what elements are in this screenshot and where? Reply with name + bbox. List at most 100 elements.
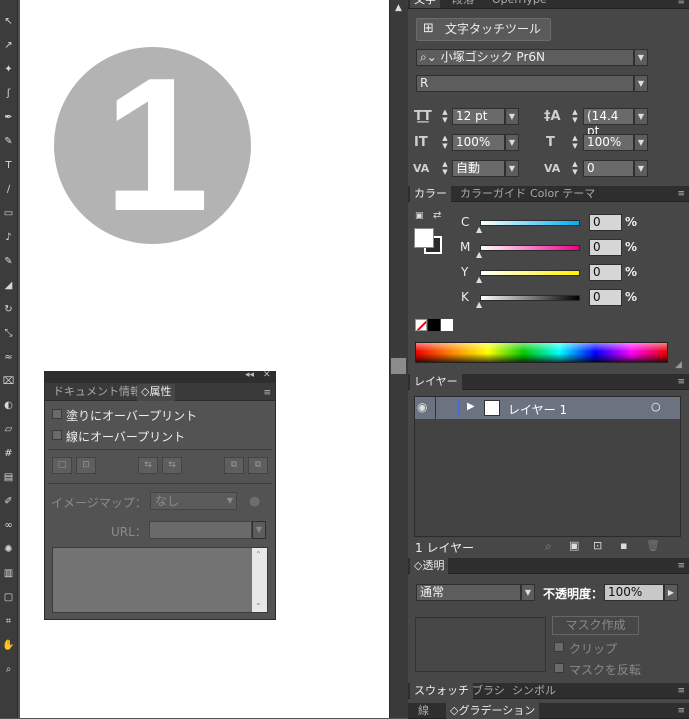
horizontal-scale-dropdown-icon[interactable]: ▼ bbox=[634, 134, 648, 151]
curvature-tool-icon[interactable]: ✎ bbox=[1, 134, 16, 149]
kerning-stepper[interactable]: ▲ ▼ bbox=[438, 160, 452, 177]
tab-paragraph[interactable]: 段落 bbox=[448, 0, 478, 8]
panel-menu-icon[interactable]: ≡ bbox=[677, 685, 685, 697]
yellow-slider[interactable] bbox=[480, 270, 580, 276]
tab-document-info[interactable]: ドキュメント情報 bbox=[49, 384, 145, 400]
tab-color-themes[interactable]: Color テーマ bbox=[526, 186, 599, 202]
magic-wand-tool-icon[interactable]: ✦ bbox=[1, 62, 16, 77]
resize-grip-icon[interactable]: ◢ bbox=[675, 360, 682, 370]
default-colors-icon[interactable]: ▣ bbox=[415, 211, 424, 221]
notes-textarea[interactable] bbox=[52, 547, 268, 613]
blend-tool-icon[interactable]: ∞ bbox=[1, 518, 16, 533]
font-size-dropdown-icon[interactable]: ▼ bbox=[505, 108, 519, 125]
eraser-tool-icon[interactable]: ◢ bbox=[1, 278, 16, 293]
delete-layer-icon[interactable]: 🗑 bbox=[646, 539, 660, 552]
zoom-tool-icon[interactable]: ⌕ bbox=[1, 662, 16, 677]
font-size-field[interactable]: 12 pt bbox=[452, 108, 505, 125]
tab-opentype[interactable]: OpenType bbox=[488, 0, 551, 8]
url-dropdown-icon[interactable]: ▼ bbox=[252, 521, 266, 539]
leading-dropdown-icon[interactable]: ▼ bbox=[634, 108, 648, 125]
tab-layers[interactable]: レイヤー bbox=[410, 374, 462, 390]
opacity-dropdown-icon[interactable]: ▶ bbox=[664, 584, 678, 601]
image-map-select[interactable]: なし ▼ bbox=[150, 492, 237, 510]
white-swatch[interactable] bbox=[441, 319, 453, 331]
graph-tool-icon[interactable]: ▥ bbox=[1, 566, 16, 581]
black-swatch[interactable] bbox=[428, 319, 440, 331]
tracking-field[interactable]: 0 bbox=[583, 160, 634, 177]
invert-mask-checkbox[interactable] bbox=[554, 663, 564, 673]
fill-swatch[interactable] bbox=[414, 228, 434, 248]
kerning-dropdown-icon[interactable]: ▼ bbox=[505, 160, 519, 177]
mesh-tool-icon[interactable]: # bbox=[1, 446, 16, 461]
width-tool-icon[interactable]: ≈ bbox=[1, 350, 16, 365]
perspective-tool-icon[interactable]: ▱ bbox=[1, 422, 16, 437]
slice-tool-icon[interactable]: ⌗ bbox=[1, 614, 16, 629]
opacity-field[interactable]: 100% bbox=[604, 584, 664, 601]
magenta-value-field[interactable]: 0 bbox=[589, 239, 622, 256]
panel-title-bar[interactable]: ◂◂ ✕ bbox=[45, 370, 275, 383]
number-artwork[interactable]: 1 bbox=[54, 47, 251, 244]
browser-icon[interactable]: ● bbox=[249, 494, 260, 509]
black-slider-handle[interactable]: ▲ bbox=[476, 300, 482, 309]
panel-menu-icon[interactable]: ≡ bbox=[677, 560, 685, 572]
font-family-select[interactable]: ⌕⌄ 小塚ゴシック Pr6N bbox=[416, 49, 634, 66]
panel-menu-icon[interactable]: ≡ bbox=[263, 387, 271, 399]
blend-mode-select[interactable]: 通常 bbox=[416, 584, 521, 601]
rectangle-tool-icon[interactable]: ▭ bbox=[1, 206, 16, 221]
even-odd-rule-icon[interactable]: ⧉ bbox=[248, 457, 268, 474]
paintbrush-tool-icon[interactable]: ♪ bbox=[1, 230, 16, 245]
overprint-stroke-checkbox[interactable] bbox=[52, 430, 62, 440]
tab-attributes[interactable]: ◇属性 bbox=[137, 384, 176, 401]
panel-menu-icon[interactable]: ≡ bbox=[677, 376, 685, 388]
clip-checkbox[interactable] bbox=[554, 642, 564, 652]
hand-tool-icon[interactable]: ✋ bbox=[1, 638, 16, 653]
reverse-path-direction-on-icon[interactable]: ⇆ bbox=[162, 457, 182, 474]
horizontal-scale-stepper[interactable]: ▲ ▼ bbox=[568, 134, 582, 151]
close-icon[interactable]: ✕ bbox=[263, 370, 271, 380]
line-tool-icon[interactable]: ∕ bbox=[1, 182, 16, 197]
yellow-slider-handle[interactable]: ▲ bbox=[476, 275, 482, 284]
cyan-slider[interactable] bbox=[480, 220, 580, 226]
none-color-icon[interactable] bbox=[415, 319, 427, 331]
tab-character[interactable]: 文字 bbox=[410, 0, 440, 8]
font-style-dropdown-icon[interactable]: ▼ bbox=[634, 75, 648, 92]
tab-transparency[interactable]: ◇透明 bbox=[410, 558, 449, 574]
swap-colors-icon[interactable]: ⇄ bbox=[433, 210, 441, 221]
vertical-scale-field[interactable]: 100% bbox=[452, 134, 505, 151]
new-sublayer-icon[interactable]: ⊡ bbox=[593, 539, 602, 552]
font-style-select[interactable]: R bbox=[416, 75, 634, 92]
tab-brushes[interactable]: ブラシ bbox=[468, 683, 509, 699]
font-size-stepper[interactable]: ▲ ▼ bbox=[438, 108, 452, 125]
selection-tool-icon[interactable]: ↖ bbox=[1, 14, 16, 29]
artboard-tool-icon[interactable]: ▢ bbox=[1, 590, 16, 605]
magenta-slider[interactable] bbox=[480, 245, 580, 251]
show-center-icon[interactable]: ⊡ bbox=[76, 457, 96, 474]
black-slider[interactable] bbox=[480, 295, 580, 301]
tab-swatches[interactable]: スウォッチ bbox=[410, 683, 473, 699]
collapse-icon[interactable]: ◂◂ bbox=[245, 370, 254, 380]
eyedropper-tool-icon[interactable]: ✐ bbox=[1, 494, 16, 509]
pencil-tool-icon[interactable]: ✎ bbox=[1, 254, 16, 269]
scroll-down-icon[interactable]: ⌄ bbox=[255, 598, 262, 607]
cyan-slider-handle[interactable]: ▲ bbox=[476, 225, 482, 234]
panel-menu-icon[interactable]: ≡ bbox=[677, 0, 685, 8]
reverse-path-direction-off-icon[interactable]: ⇆ bbox=[138, 457, 158, 474]
panel-menu-icon[interactable]: ≡ bbox=[677, 188, 685, 200]
black-value-field[interactable]: 0 bbox=[589, 289, 622, 306]
magenta-slider-handle[interactable]: ▲ bbox=[476, 250, 482, 259]
vertical-scale-stepper[interactable]: ▲ ▼ bbox=[438, 134, 452, 151]
tab-color[interactable]: カラー bbox=[410, 186, 451, 202]
layer-name[interactable]: レイヤー 1 bbox=[508, 401, 567, 418]
scrollbar-thumb[interactable] bbox=[391, 358, 406, 374]
shape-builder-tool-icon[interactable]: ◐ bbox=[1, 398, 16, 413]
free-transform-tool-icon[interactable]: ⌧ bbox=[1, 374, 16, 389]
blend-mode-dropdown-icon[interactable]: ▼ bbox=[521, 584, 535, 601]
scale-tool-icon[interactable]: ⤡ bbox=[1, 326, 16, 341]
tracking-stepper[interactable]: ▲ ▼ bbox=[568, 160, 582, 177]
yellow-value-field[interactable]: 0 bbox=[589, 264, 622, 281]
direct-selection-tool-icon[interactable]: ↗ bbox=[1, 38, 16, 53]
type-tool-icon[interactable]: T bbox=[1, 158, 16, 173]
kerning-field[interactable]: 自動 bbox=[452, 160, 505, 177]
cyan-value-field[interactable]: 0 bbox=[589, 214, 622, 231]
tab-gradient[interactable]: ◇グラデーション bbox=[446, 703, 540, 719]
